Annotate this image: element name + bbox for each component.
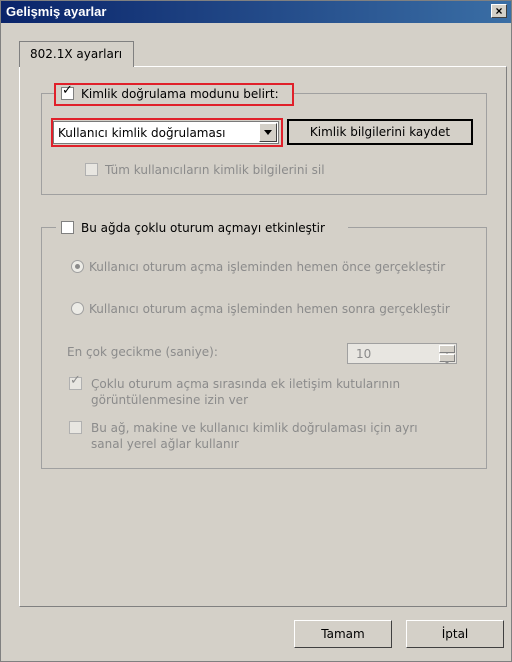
separate-vlan-label-line2: sanal yerel ağlar kullanır xyxy=(91,437,239,451)
cancel-button[interactable]: İptal xyxy=(406,620,504,648)
check-icon: ✓ xyxy=(70,373,81,388)
auth-mode-select-value: Kullanıcı kimlik doğrulaması xyxy=(58,126,226,140)
close-icon: × xyxy=(495,4,503,18)
check-icon: ✓ xyxy=(62,83,73,98)
save-credentials-label: Kimlik bilgilerini kaydet xyxy=(309,125,451,139)
auth-mode-select[interactable]: Kullanıcı kimlik doğrulaması xyxy=(53,121,279,144)
spin-buttons xyxy=(439,345,455,364)
cancel-button-label: İptal xyxy=(441,627,469,641)
advanced-settings-dialog: Gelişmiş ayarlar × 802.1X ayarları ✓ Kim… xyxy=(0,0,512,662)
max-delay-label: En çok gecikme (saniye): xyxy=(67,345,218,359)
tab-label: 802.1X ayarları xyxy=(30,47,123,61)
spin-down-icon xyxy=(444,361,450,364)
title-bar: Gelişmiş ayarlar × xyxy=(1,1,511,23)
radio-before-logon-label: Kullanıcı oturum açma işleminden hemen ö… xyxy=(89,260,446,274)
auth-mode-checkbox-label: Kimlik doğrulama modunu belirt: xyxy=(81,87,279,101)
delete-credentials-checkbox[interactable] xyxy=(85,163,98,176)
radio-after-logon[interactable] xyxy=(71,302,84,315)
sso-enable-label: Bu ağda çoklu oturum açmayı etkinleştir xyxy=(81,221,325,235)
max-delay-stepper[interactable]: 10 xyxy=(347,343,457,364)
radio-after-logon-label: Kullanıcı oturum açma işleminden hemen s… xyxy=(89,302,450,316)
dropdown-button[interactable] xyxy=(259,123,277,142)
separate-vlan-label-line1: Bu ağ, makine ve kullanıcı kimlik doğrul… xyxy=(91,421,418,435)
radio-before-logon[interactable] xyxy=(71,260,84,273)
separate-vlan-checkbox[interactable] xyxy=(69,421,82,434)
sso-enable-checkbox[interactable] xyxy=(61,221,74,234)
allow-dialogs-label-line1: Çoklu oturum açma sırasında ek iletişim … xyxy=(91,377,401,391)
auth-mode-checkbox[interactable]: ✓ xyxy=(61,83,74,100)
delete-credentials-label: Tüm kullanıcıların kimlik bilgilerini si… xyxy=(105,163,325,177)
max-delay-value: 10 xyxy=(356,347,372,361)
radio-selected-dot xyxy=(75,264,80,269)
spin-up-button[interactable] xyxy=(439,345,455,356)
close-button[interactable]: × xyxy=(491,4,507,18)
spin-down-button[interactable] xyxy=(439,354,455,364)
ok-button-label: Tamam xyxy=(321,627,365,641)
ok-button[interactable]: Tamam xyxy=(294,620,392,648)
chevron-down-icon xyxy=(264,130,272,135)
allow-dialogs-label-line2: görüntülenmesine izin ver xyxy=(91,393,249,407)
allow-dialogs-checkbox[interactable]: ✓ xyxy=(69,373,82,390)
tab-8021x-settings[interactable]: 802.1X ayarları xyxy=(19,41,134,67)
save-credentials-button[interactable]: Kimlik bilgilerini kaydet xyxy=(287,119,473,145)
window-title: Gelişmiş ayarlar xyxy=(6,4,107,19)
